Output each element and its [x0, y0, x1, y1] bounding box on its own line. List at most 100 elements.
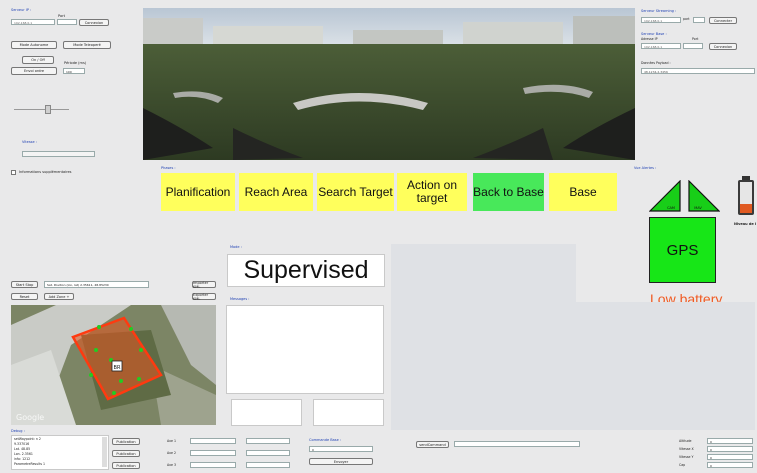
row-field-2b[interactable]	[246, 450, 290, 456]
row-field-2a[interactable]	[190, 450, 236, 456]
mode-display: Supervised	[227, 254, 385, 287]
send-command-button[interactable]: sendCommand	[416, 441, 449, 448]
stream-port-field[interactable]	[693, 17, 705, 23]
row-field-3b[interactable]	[246, 462, 290, 468]
cmd-field[interactable]: 0	[309, 446, 373, 452]
map-view[interactable]: BR Google	[11, 305, 216, 425]
info-checkbox[interactable]	[11, 170, 16, 175]
row-label-1: Axe 1	[167, 439, 176, 443]
cam-warning-triangle-icon: CAM	[649, 180, 681, 212]
camera-panorama-image	[143, 8, 635, 160]
phase-search-target: Search Target	[317, 173, 394, 211]
period-field[interactable]: 100	[63, 68, 85, 74]
server-ip-field[interactable]: 192.168.0.1	[11, 19, 55, 25]
right-label-speed-y: Vitesse Y	[679, 455, 694, 459]
payload-label: Données Payload :	[641, 61, 671, 65]
messages-box	[226, 305, 384, 394]
server-ip-label: Serveur IP :	[11, 8, 32, 12]
base-ip-label: Adresse IP	[641, 37, 658, 41]
phase-action-on-target: Action on target	[397, 173, 467, 211]
speed-slider-handle[interactable]	[45, 105, 51, 114]
stream-label: Serveur Streaming :	[641, 9, 677, 13]
base-ip-value: 192.168.0.1	[644, 45, 663, 49]
connect-button[interactable]: Connexion	[79, 19, 109, 26]
mode-auto-button[interactable]: Mode Autonome	[11, 41, 57, 49]
mav-warning-triangle-icon: MAV	[688, 180, 720, 212]
base-connect-button[interactable]: Connexion	[709, 43, 737, 50]
messages-label: Messages :	[230, 297, 250, 301]
phases-label: Phases :	[161, 166, 176, 170]
log-line: ParametreResults 1	[14, 462, 46, 466]
video-panel-left	[391, 244, 576, 430]
debug-label: Debug :	[11, 429, 25, 433]
stream-ip-field[interactable]: 192.168.0.1	[641, 17, 681, 23]
period-value: 100	[66, 70, 72, 74]
server-ip-value: 192.168.0.1	[14, 21, 33, 25]
publish-button-2[interactable]: Publication	[112, 450, 140, 457]
right-action-box[interactable]	[313, 399, 384, 426]
robot-marker-label: BR	[114, 365, 121, 371]
send-button[interactable]: Envoyer	[309, 458, 373, 465]
stream-ip-value: 192.168.0.1	[644, 19, 663, 23]
stream-connect-button[interactable]: Connecter	[709, 17, 737, 24]
import-kml-button[interactable]: Importer KML	[192, 281, 216, 289]
cam-triangle-text: CAM	[667, 206, 675, 210]
port-label: Port	[58, 14, 65, 18]
port-field[interactable]	[57, 19, 77, 25]
right-label-heading: Cap	[679, 463, 686, 467]
right-label-speed-x: Vitesse X	[679, 447, 694, 451]
coords-field[interactable]: Sat. Position (lon, lat) 2.35611, 48.852…	[44, 281, 149, 288]
altitude-value: 0	[710, 440, 712, 444]
satellite-map: BR Google	[11, 305, 216, 425]
left-action-box[interactable]	[231, 399, 302, 426]
phase-back-to-base: Back to Base	[473, 173, 544, 211]
base-ip-field[interactable]: 192.168.0.1	[641, 43, 681, 49]
on-off-button[interactable]: On / Off	[22, 56, 54, 64]
reset-button[interactable]: Reset	[11, 293, 38, 300]
payload-field[interactable]: 48.1234,2.3456	[641, 68, 755, 74]
coords-value: Sat. Position (lon, lat) 2.35611, 48.852…	[47, 283, 109, 287]
phase-reach-area: Reach Area	[239, 173, 313, 211]
battery-caption: Niveau de batterie	[734, 222, 756, 226]
row-label-3: Axe 3	[167, 463, 176, 467]
info-checkbox-label: Informations supplémentaires	[19, 170, 72, 174]
mode-teleop-button[interactable]: Mode Teleoperé	[63, 41, 111, 49]
video-panel-right	[576, 302, 755, 430]
speed-x-field[interactable]: 0	[707, 446, 753, 452]
payload-value: 48.1234,2.3456	[644, 70, 668, 74]
publish-button-3[interactable]: Publication	[112, 462, 140, 469]
altitude-field[interactable]: 0	[707, 438, 753, 444]
publish-button-1[interactable]: Publication	[112, 438, 140, 445]
camera-view	[143, 8, 635, 160]
row-label-2: Axe 2	[167, 451, 176, 455]
right-label-altitude: Altitude	[679, 439, 692, 443]
export-kml-button[interactable]: Exporter KML	[192, 293, 216, 301]
battery-icon	[738, 176, 754, 215]
send-order-button[interactable]: Envoi ordre	[11, 67, 57, 75]
cmd-label: Commande Base :	[309, 438, 342, 442]
send-command-field[interactable]	[454, 441, 580, 447]
alerts-label: Vue Alertes :	[634, 166, 657, 170]
start-stop-button[interactable]: Start Stop	[11, 281, 38, 288]
map-credit: Google	[16, 413, 44, 422]
row-field-3a[interactable]	[190, 462, 236, 468]
base-port-field[interactable]	[683, 43, 703, 49]
phase-planification: Planification	[161, 173, 235, 211]
mav-triangle-text: MAV	[694, 206, 702, 210]
add-zone-button[interactable]: Add Zone +	[44, 293, 74, 300]
speed-field[interactable]	[22, 151, 95, 157]
speed-slider-track[interactable]	[14, 109, 69, 110]
debug-log[interactable]: setWaypoint: n 2 9.337016 Lat. 48.85 Lon…	[11, 435, 109, 470]
debug-scrollbar[interactable]	[102, 437, 107, 467]
speed-y-value: 0	[710, 456, 712, 460]
speed-y-field[interactable]: 0	[707, 454, 753, 460]
heading-value: 0	[710, 464, 712, 468]
row-field-1a[interactable]	[190, 438, 236, 444]
heading-field[interactable]: 0	[707, 462, 753, 468]
row-field-1b[interactable]	[246, 438, 290, 444]
base-port-label: Port	[692, 37, 699, 41]
period-label: Période (ms)	[64, 61, 87, 65]
mode-label: Mode :	[230, 245, 242, 249]
cmd-value: 0	[312, 448, 314, 452]
gps-status-box: GPS	[649, 217, 716, 283]
